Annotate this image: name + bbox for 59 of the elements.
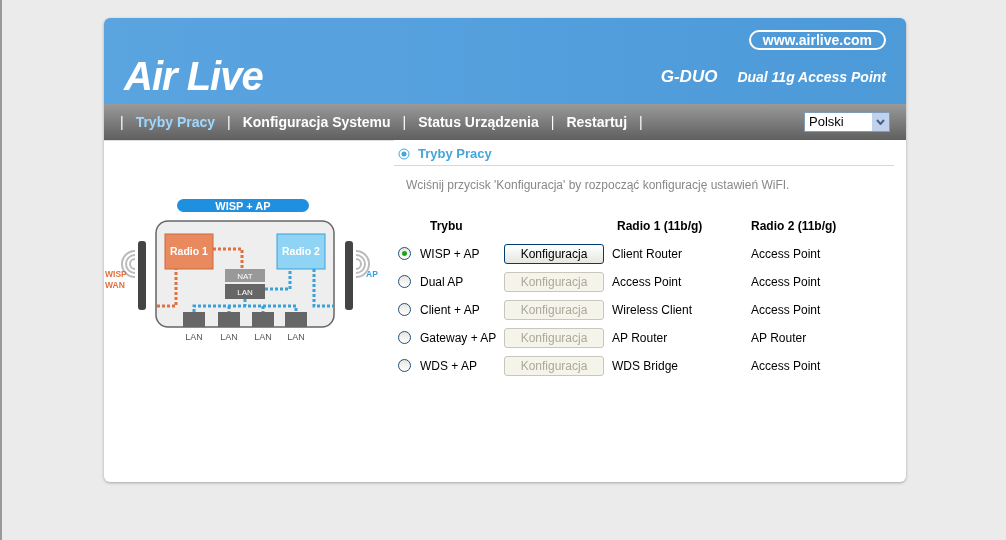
brand-logo: Air Live [124, 53, 263, 100]
configure-button[interactable]: Konfiguracja [504, 243, 604, 264]
nav-separator: | [227, 112, 231, 132]
nav-tab[interactable]: Konfiguracja Systemu [230, 111, 403, 133]
mode-radio[interactable] [398, 331, 411, 344]
nav-separator: | [639, 112, 643, 132]
antenna-icon [345, 241, 353, 310]
port-label: LAN [287, 332, 305, 342]
table-cell-text: WDS Bridge [612, 357, 680, 375]
table-cell-text: Client Router [612, 245, 684, 263]
nav-tab[interactable]: Tryby Pracy [123, 111, 228, 133]
radio-label: Radio 1 [170, 245, 208, 257]
section-hint: Wciśnij przycisk 'Konfiguracja' by rozpocząć konfigurację ustawień WiFI. [406, 176, 791, 194]
mode-label: Gateway + AP [420, 329, 497, 347]
column-header: Radio 1 (11b/g) [616, 217, 704, 235]
language-select[interactable]: Polski [804, 112, 890, 132]
ap-label: AP [366, 269, 378, 279]
nav-tab[interactable]: Restartuj [554, 111, 640, 133]
mode-radio[interactable] [398, 359, 411, 372]
mode-label: WISP + AP [420, 245, 480, 263]
website-link[interactable]: www.airlive.com [748, 30, 886, 50]
mode-label: WDS + AP [420, 357, 478, 375]
nat-label: NAT [237, 272, 253, 281]
section-title: Tryby Pracy [418, 145, 492, 163]
port-label: LAN [254, 332, 272, 342]
wan-label: WISP [105, 269, 127, 279]
model-name: G-DUO [660, 66, 718, 88]
nav-separator: | [120, 112, 124, 132]
mode-label: Client + AP [420, 301, 480, 319]
mode-label: Dual AP [420, 273, 464, 291]
table-cell-text: Access Point [612, 273, 683, 291]
target-icon [398, 147, 410, 160]
column-header: Trybu [429, 217, 464, 235]
nav-separator: | [550, 112, 555, 132]
table-cell-text: Access Point [751, 245, 822, 263]
radio-block [276, 233, 326, 270]
lan-label: LAN [237, 288, 253, 297]
table-cell-text: Access Point [751, 273, 822, 291]
column-header: Radio 2 (11b/g) [751, 217, 838, 235]
port-label: LAN [220, 332, 238, 342]
mode-radio[interactable] [398, 275, 411, 288]
table-cell-text: AP Router [751, 329, 808, 347]
mode-radio[interactable] [398, 247, 411, 260]
table-cell-text: Wireless Client [612, 301, 693, 319]
wan-label: WAN [105, 280, 125, 290]
radio-label: Radio 2 [282, 245, 320, 257]
port-label: LAN [185, 332, 203, 342]
lan-block [225, 284, 265, 299]
table-cell-text: Access Point [751, 301, 822, 319]
table-cell-text: AP Router [612, 329, 669, 347]
mode-label: WISP + AP [215, 199, 271, 212]
product-name: Dual 11g Access Point [737, 68, 886, 87]
table-cell-text: Access Point [751, 357, 822, 375]
mode-radio[interactable] [398, 303, 411, 316]
radio-block [164, 233, 214, 270]
nat-block [225, 269, 265, 282]
nav-tab[interactable]: Status Urządzenia [406, 111, 551, 133]
antenna-icon [138, 241, 146, 310]
nav-separator: | [402, 112, 407, 132]
